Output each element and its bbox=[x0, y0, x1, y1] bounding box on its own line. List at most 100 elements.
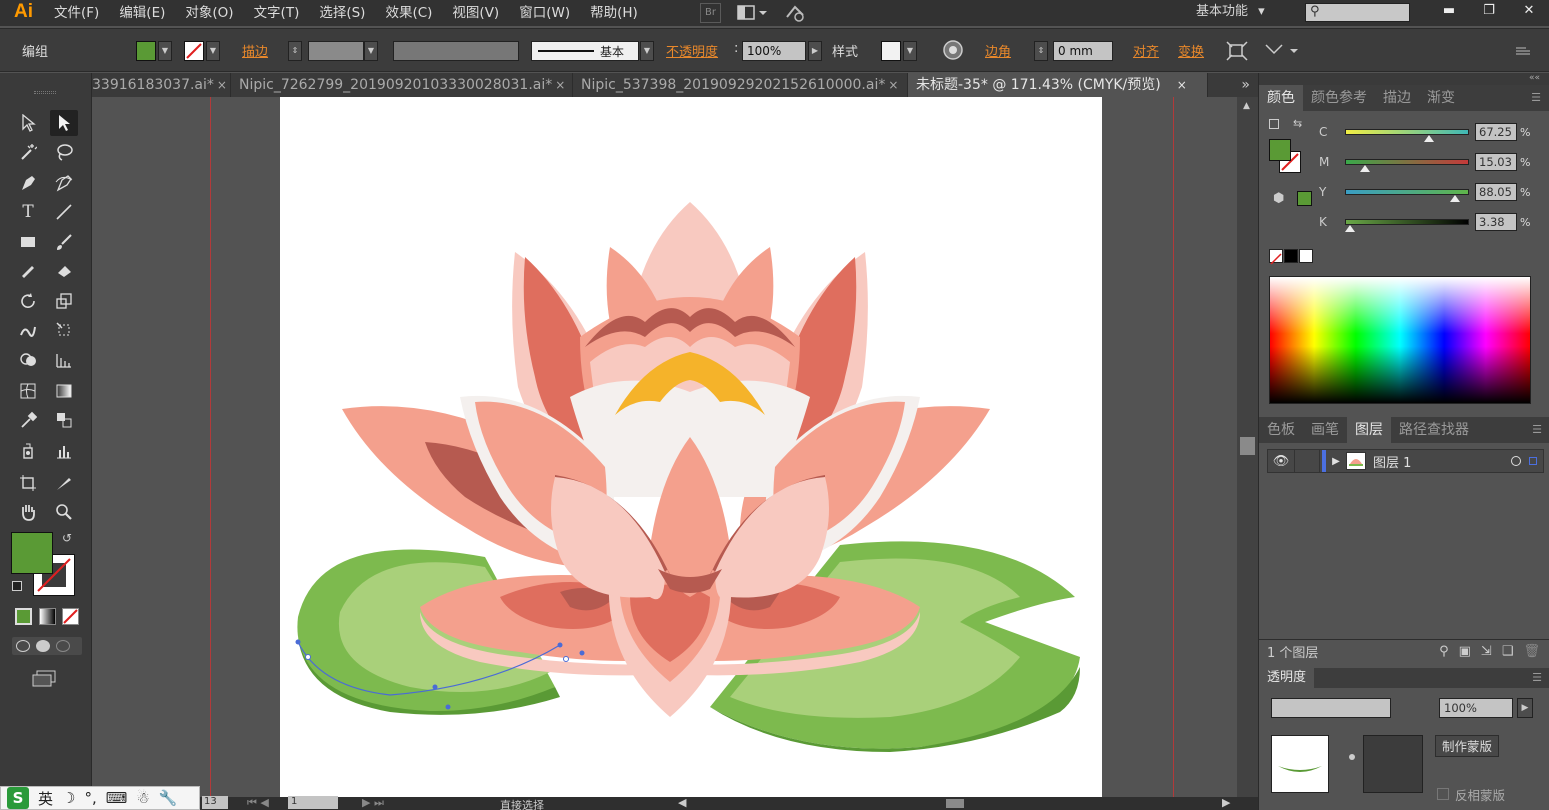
curvature-tool-icon[interactable] bbox=[50, 170, 78, 196]
menu-object[interactable]: 对象(O) bbox=[175, 0, 243, 26]
shape-builder-tool-icon[interactable] bbox=[14, 347, 42, 373]
magic-wand-tool-icon[interactable] bbox=[14, 139, 42, 165]
isolate-group-icon[interactable] bbox=[1226, 41, 1248, 61]
type-tool-icon[interactable]: T bbox=[14, 199, 42, 225]
lotus-artwork[interactable] bbox=[280, 97, 1102, 797]
tab-doc-active[interactable]: 未标题-35* @ 171.43% (CMYK/预览) × bbox=[908, 73, 1208, 97]
stroke-weight-field[interactable] bbox=[308, 41, 364, 61]
direct-selection-tool-icon[interactable] bbox=[50, 110, 78, 136]
channel-slider-track[interactable] bbox=[1345, 159, 1469, 172]
tab-doc-1[interactable]: 33916183037.ai* × bbox=[92, 73, 231, 97]
tab-doc-2[interactable]: Nipic_7262799_20190920103330028031.ai* × bbox=[231, 73, 573, 97]
selection-tool-icon[interactable] bbox=[14, 110, 42, 136]
scroll-up-arrow[interactable]: ▲ bbox=[1243, 101, 1250, 111]
close-window-button[interactable]: ✕ bbox=[1509, 0, 1549, 24]
eyedropper-tool-icon[interactable] bbox=[14, 407, 42, 433]
mesh-tool-icon[interactable] bbox=[14, 378, 42, 404]
tab-transparency[interactable]: 透明度 bbox=[1259, 668, 1315, 688]
free-transform-tool-icon[interactable] bbox=[50, 317, 78, 343]
tab-brushes[interactable]: 画笔 bbox=[1303, 417, 1347, 443]
panel-fill-swatch-front[interactable] bbox=[1269, 139, 1291, 161]
layer-row[interactable]: 👁 ▶ 图层 1 bbox=[1267, 449, 1544, 473]
eraser-tool-icon[interactable] bbox=[50, 257, 78, 283]
opacity-dropdown[interactable]: ▶ bbox=[808, 41, 822, 61]
align-link[interactable]: 对齐 bbox=[1133, 41, 1159, 60]
tab-color[interactable]: 颜色 bbox=[1259, 85, 1303, 111]
panel-menu-icon[interactable]: ☰ bbox=[1524, 665, 1549, 691]
slider-knob[interactable] bbox=[1359, 165, 1370, 172]
locate-object-icon[interactable]: ⚲ bbox=[1439, 644, 1449, 659]
skin-icon[interactable]: ☃ bbox=[136, 789, 149, 807]
artboard[interactable] bbox=[280, 97, 1102, 797]
swap-icon[interactable]: ⇆ bbox=[1293, 117, 1302, 130]
invert-mask-checkbox[interactable] bbox=[1437, 788, 1449, 800]
panel-collapse-bar[interactable]: «« bbox=[1259, 73, 1549, 85]
close-icon[interactable]: × bbox=[888, 78, 898, 92]
horizontal-scroll-left[interactable]: ◀ bbox=[678, 796, 686, 809]
tab-layers[interactable]: 图层 bbox=[1347, 417, 1391, 443]
graphic-style-swatch[interactable] bbox=[881, 41, 901, 61]
fill-dropdown[interactable]: ▼ bbox=[158, 41, 172, 61]
help-search-input[interactable]: ⚲ bbox=[1305, 3, 1410, 22]
corner-radius-field[interactable]: 0 mm bbox=[1053, 41, 1113, 61]
sogou-logo[interactable]: S bbox=[7, 787, 29, 809]
lock-toggle[interactable] bbox=[1294, 450, 1320, 472]
close-icon[interactable]: × bbox=[555, 78, 565, 92]
fill-swatch[interactable] bbox=[136, 41, 156, 61]
scroll-thumb[interactable] bbox=[1240, 437, 1255, 455]
white-swatch[interactable] bbox=[1299, 249, 1313, 263]
blend-mode-dropdown[interactable] bbox=[1271, 698, 1391, 718]
hand-tool-icon[interactable] bbox=[14, 499, 42, 525]
symbol-sprayer-tool-icon[interactable] bbox=[14, 438, 42, 464]
ime-language[interactable]: 英 bbox=[38, 788, 53, 809]
eye-icon[interactable]: 👁 bbox=[1268, 454, 1294, 469]
opacity-field[interactable]: 100% bbox=[1439, 698, 1513, 718]
panel-menu-icon[interactable]: ☰ bbox=[1523, 85, 1549, 111]
expand-triangle-icon[interactable]: ▶ bbox=[1326, 456, 1346, 467]
panel-menu-icon[interactable] bbox=[1514, 45, 1532, 55]
channel-value-field[interactable]: 15.03 bbox=[1475, 153, 1517, 171]
new-layer-icon[interactable]: ❑ bbox=[1502, 644, 1514, 659]
layer-name[interactable]: 图层 1 bbox=[1373, 452, 1411, 471]
menu-edit[interactable]: 编辑(E) bbox=[109, 0, 175, 26]
arrange-documents-icon[interactable] bbox=[735, 3, 769, 23]
draw-inside-icon[interactable] bbox=[56, 640, 70, 652]
tab-gradient[interactable]: 渐变 bbox=[1419, 85, 1463, 111]
tab-doc-3[interactable]: Nipic_537398_20190929202152610000.ai* × bbox=[573, 73, 908, 97]
paintbrush-tool-icon[interactable] bbox=[50, 229, 78, 255]
none-mode-button[interactable] bbox=[62, 608, 79, 625]
wrench-icon[interactable]: 🔧 bbox=[159, 789, 178, 807]
graphic-style-dropdown[interactable]: ▼ bbox=[903, 41, 917, 61]
artboard-nav-last[interactable]: ▶ ⏭ bbox=[362, 796, 384, 810]
gpu-performance-icon[interactable] bbox=[783, 3, 809, 23]
tabs-overflow-icon[interactable]: » bbox=[1241, 73, 1258, 97]
slider-knob[interactable] bbox=[1424, 135, 1435, 142]
recolor-artwork-icon[interactable] bbox=[942, 39, 964, 61]
panel-menu-icon[interactable]: ☰ bbox=[1524, 417, 1549, 443]
opacity-dropdown[interactable]: ▶ bbox=[1517, 698, 1533, 718]
horizontal-scrollbar-thumb[interactable] bbox=[946, 799, 964, 808]
column-graph-tool-icon[interactable] bbox=[50, 438, 78, 464]
pen-tool-icon[interactable] bbox=[14, 170, 42, 196]
channel-value-field[interactable]: 88.05 bbox=[1475, 183, 1517, 201]
corner-stepper[interactable]: ⇕ bbox=[1034, 41, 1048, 61]
slice-tool-icon[interactable] bbox=[50, 470, 78, 496]
slider-knob[interactable] bbox=[1345, 225, 1356, 232]
pencil-tool-icon[interactable] bbox=[14, 257, 42, 283]
default-colors-icon[interactable] bbox=[1269, 119, 1279, 129]
brush-dropdown[interactable]: ▼ bbox=[640, 41, 654, 61]
stroke-dropdown[interactable]: ▼ bbox=[206, 41, 220, 61]
make-mask-button[interactable]: 制作蒙版 bbox=[1435, 735, 1500, 757]
link-mask-icon[interactable] bbox=[1349, 754, 1355, 760]
artwork-thumbnail[interactable] bbox=[1271, 735, 1329, 793]
line-tool-icon[interactable] bbox=[50, 199, 78, 225]
keyboard-icon[interactable]: ⌨ bbox=[106, 789, 128, 807]
stroke-weight-dropdown[interactable]: ▼ bbox=[364, 41, 378, 61]
menu-type[interactable]: 文字(T) bbox=[244, 0, 310, 26]
transform-link[interactable]: 变换 bbox=[1178, 41, 1204, 60]
none-swatch[interactable] bbox=[1269, 249, 1283, 265]
channel-slider-track[interactable] bbox=[1345, 129, 1469, 142]
draw-behind-icon[interactable] bbox=[36, 640, 50, 652]
warp-tool-icon[interactable] bbox=[14, 317, 42, 343]
menu-window[interactable]: 窗口(W) bbox=[509, 0, 580, 26]
